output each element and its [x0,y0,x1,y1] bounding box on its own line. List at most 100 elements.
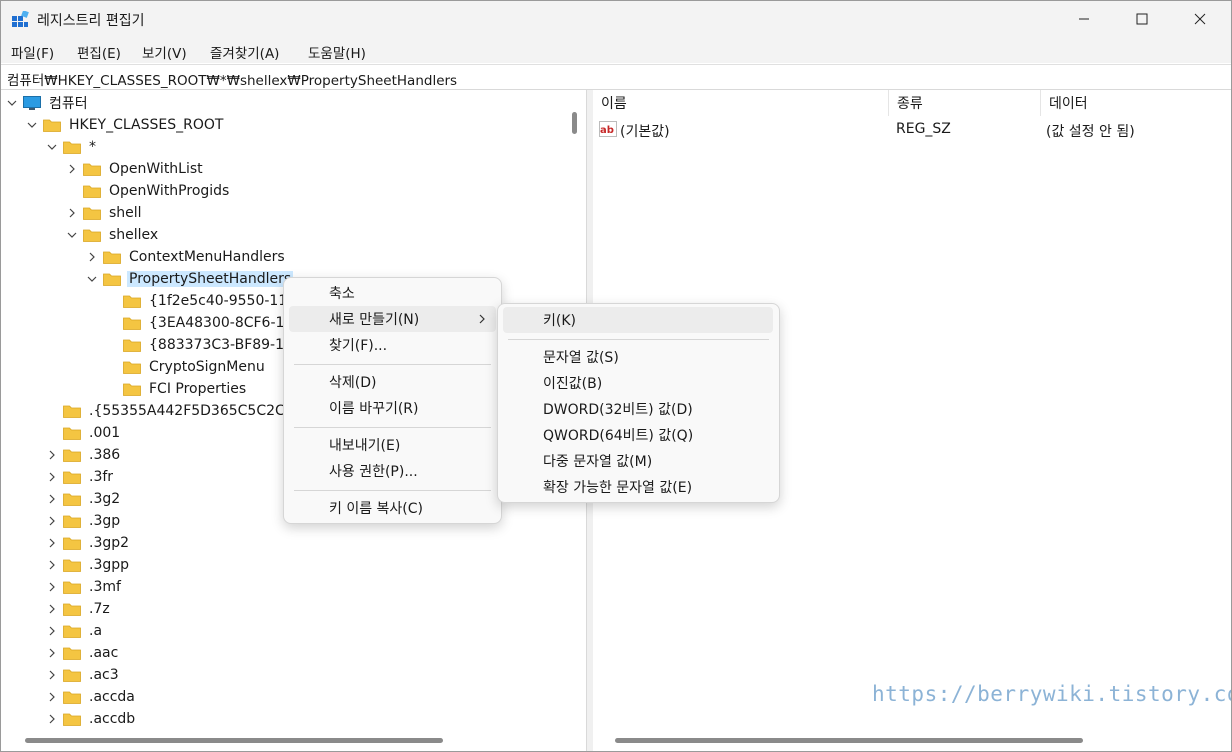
menu-favorites[interactable]: 즐겨찾기(A) [210,42,279,62]
tree-item-label: shell [109,205,142,221]
menu-delete[interactable]: 삭제(D) [289,369,496,395]
close-button[interactable] [1177,1,1223,37]
folder-icon [103,250,121,264]
menu-rename[interactable]: 이름 바꾸기(R) [289,395,496,421]
tree-scroll-thumb[interactable] [572,112,577,134]
chevron-right-icon[interactable] [45,492,59,506]
tree-item[interactable]: .7z [45,598,112,620]
new-submenu: 키(K) 문자열 값(S) 이진값(B) DWORD(32비트) 값(D) QW… [497,303,780,503]
menu-export[interactable]: 내보내기(E) [289,432,496,458]
tree-item-label: HKEY_CLASSES_ROOT [69,117,224,133]
tree-item[interactable]: .386 [45,444,122,466]
chevron-right-icon[interactable] [45,668,59,682]
tree-item[interactable]: .3gpp [45,554,131,576]
menu-find[interactable]: 찾기(F)... [289,332,496,358]
tree-item[interactable]: CryptoSignMenu [105,356,267,378]
tree-item-label: OpenWithProgids [109,183,230,199]
watermark-url: https://berrywiki.tistory.com [872,682,1232,706]
column-header-name[interactable]: 이름 [593,90,889,116]
menu-copy-key-name[interactable]: 키 이름 복사(C) [289,495,496,521]
tree-item[interactable]: FCI Properties [105,378,248,400]
tree-item[interactable]: .3g2 [45,488,122,510]
submenu-qword-value[interactable]: QWORD(64비트) 값(Q) [503,422,773,448]
chevron-right-icon[interactable] [85,250,99,264]
folder-icon [63,646,81,660]
menu-view[interactable]: 보기(V) [142,42,187,62]
chevron-down-icon[interactable] [85,272,99,286]
chevron-right-icon[interactable] [45,690,59,704]
tree-item[interactable]: .{55355A442F5D365C5C2C [45,400,287,422]
tree-horizontal-scroll-thumb[interactable] [25,738,443,743]
submenu-key[interactable]: 키(K) [503,307,773,333]
menu-new[interactable]: 새로 만들기(N) [289,306,496,332]
tree-item[interactable]: OpenWithList [65,158,205,180]
tree-item[interactable]: .3gp2 [45,532,131,554]
tree-item[interactable]: .ac3 [45,664,121,686]
chevron-right-icon[interactable] [45,448,59,462]
tree-item-label: {883373C3-BF89-11 [149,337,293,353]
tree-item[interactable]: PropertySheetHandlers [85,268,294,290]
chevron-right-icon[interactable] [45,602,59,616]
tree-item[interactable]: shellex [65,224,160,246]
chevron-right-icon[interactable] [65,162,79,176]
chevron-right-icon[interactable] [45,536,59,550]
submenu-string-value[interactable]: 문자열 값(S) [503,344,773,370]
tree-item[interactable]: .accdb [45,708,137,730]
chevron-right-icon[interactable] [65,206,79,220]
tree-item[interactable]: .3mf [45,576,123,598]
tree-item[interactable]: {883373C3-BF89-11 [105,334,295,356]
chevron-right-icon[interactable] [45,712,59,726]
address-bar[interactable]: 컴퓨터₩HKEY_CLASSES_ROOT₩*₩shellex₩Property… [1,64,1231,90]
maximize-button[interactable] [1119,1,1165,37]
tree-item[interactable]: .001 [45,422,122,444]
menu-edit[interactable]: 편집(E) [77,42,121,62]
menu-file[interactable]: 파일(F) [11,42,54,62]
tree-item[interactable]: .3gp [45,510,122,532]
column-header-type[interactable]: 종류 [889,90,1041,116]
value-row[interactable]: ab (기본값) REG_SZ (값 설정 안 됨) [593,118,1231,140]
tree-item[interactable]: {3EA48300-8CF6-10 [105,312,295,334]
column-header-data[interactable]: 데이터 [1041,90,1231,116]
chevron-right-icon[interactable] [45,514,59,528]
menu-permissions[interactable]: 사용 권한(P)... [289,458,496,484]
tree-item[interactable]: .a [45,620,104,642]
value-type: REG_SZ [896,121,951,137]
tree-item[interactable]: {1f2e5c40-9550-11c [105,290,297,312]
chevron-down-icon[interactable] [5,96,19,110]
tree-item-label: .7z [89,601,110,617]
svg-text:ab: ab [600,125,614,136]
submenu-dword-value[interactable]: DWORD(32비트) 값(D) [503,396,773,422]
menu-help[interactable]: 도움말(H) [308,42,366,62]
tree-item[interactable]: HKEY_CLASSES_ROOT [25,114,225,136]
tree-item-label: OpenWithList [109,161,203,177]
chevron-right-icon[interactable] [45,646,59,660]
folder-icon [63,448,81,462]
chevron-down-icon[interactable] [25,118,39,132]
minimize-button[interactable] [1061,1,1107,37]
submenu-binary-value[interactable]: 이진값(B) [503,370,773,396]
chevron-right-icon[interactable] [45,624,59,638]
folder-icon [103,272,121,286]
chevron-right-icon[interactable] [45,470,59,484]
list-horizontal-scroll-thumb[interactable] [615,738,1083,743]
submenu-expandable-string-value[interactable]: 확장 가능한 문자열 값(E) [503,474,773,500]
chevron-right-icon[interactable] [45,580,59,594]
tree-item[interactable]: OpenWithProgids [65,180,231,202]
submenu-multi-string-value[interactable]: 다중 문자열 값(M) [503,448,773,474]
folder-icon [123,382,141,396]
chevron-down-icon[interactable] [65,228,79,242]
tree-item[interactable]: .accda [45,686,137,708]
tree-item[interactable]: ContextMenuHandlers [85,246,287,268]
tree-item[interactable]: * [45,136,98,158]
tree-item-label: 컴퓨터 [49,96,88,112]
tree-item[interactable]: .aac [45,642,120,664]
tree-item[interactable]: shell [65,202,144,224]
chevron-down-icon[interactable] [45,140,59,154]
tree-item-label: .accdb [89,711,136,727]
menu-collapse[interactable]: 축소 [289,280,496,306]
tree-item[interactable]: 컴퓨터 [5,92,90,114]
chevron-right-icon[interactable] [45,558,59,572]
tree-item[interactable]: .3fr [45,466,115,488]
